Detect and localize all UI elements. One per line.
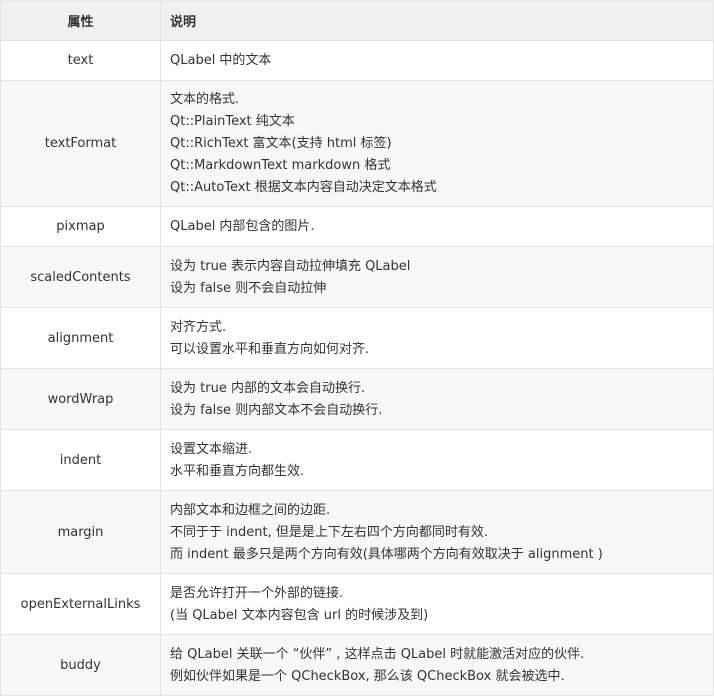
property-description: 设为 true 内部的文本会自动换行. 设为 false 则内部文本不会自动换行…	[160, 368, 714, 430]
property-name: pixmap	[0, 206, 161, 247]
property-name: buddy	[0, 634, 161, 696]
property-name: indent	[0, 429, 161, 491]
table-row: indent 设置文本缩进. 水平和垂直方向都生效.	[0, 429, 714, 491]
description-line: 设为 false 则不会自动拉伸	[170, 280, 327, 296]
property-name: textFormat	[0, 80, 161, 207]
description-line: QLabel 中的文本	[170, 53, 272, 68]
description-line: 水平和垂直方向都生效.	[170, 463, 305, 479]
property-description: 内部文本和边框之间的边距. 不同于于 indent, 但是是上下左右四个方向都同…	[160, 490, 714, 574]
property-table: 属性 说明 text QLabel 中的文本 textFormat 文本的格式.…	[0, 0, 714, 696]
table-row: buddy 给 QLabel 关联一个 “伙伴” , 这样点击 QLabel 时…	[0, 634, 714, 696]
description-line: 对齐方式.	[170, 319, 227, 335]
header-property: 属性	[0, 0, 161, 41]
description-line: Qt::PlainText 纯文本	[170, 114, 295, 129]
property-description: 文本的格式. Qt::PlainText 纯文本 Qt::RichText 富文…	[160, 80, 714, 207]
table-row: alignment 对齐方式. 可以设置水平和垂直方向如何对齐.	[0, 307, 714, 369]
table-row: margin 内部文本和边框之间的边距. 不同于于 indent, 但是是上下左…	[0, 490, 714, 574]
description-line: 例如伙伴如果是一个 QCheckBox, 那么该 QCheckBox 就会被选中…	[170, 668, 565, 684]
property-description: 设置文本缩进. 水平和垂直方向都生效.	[160, 429, 714, 491]
description-line: Qt::AutoText 根据文本内容自动决定文本格式	[170, 180, 437, 195]
description-line: 给 QLabel 关联一个 “伙伴” , 这样点击 QLabel 时就能激活对应…	[170, 646, 585, 662]
description-line: QLabel 内部包含的图片.	[170, 219, 315, 234]
description-line: 设为 false 则内部文本不会自动换行.	[170, 402, 383, 418]
property-name: margin	[0, 490, 161, 574]
property-description: QLabel 中的文本	[160, 40, 714, 81]
table-row: openExternalLinks 是否允许打开一个外部的链接. (当 QLab…	[0, 573, 714, 635]
header-description: 说明	[160, 0, 714, 41]
property-description: 是否允许打开一个外部的链接. (当 QLabel 文本内容包含 url 的时候涉…	[160, 573, 714, 635]
description-line: 文本的格式.	[170, 92, 240, 107]
property-description: 对齐方式. 可以设置水平和垂直方向如何对齐.	[160, 307, 714, 369]
description-line: Qt::RichText 富文本(支持 html 标签)	[170, 136, 392, 151]
description-line: 可以设置水平和垂直方向如何对齐.	[170, 341, 370, 357]
description-line: 不同于于 indent, 但是是上下左右四个方向都同时有效.	[170, 524, 488, 540]
description-line: 内部文本和边框之间的边距.	[170, 502, 331, 518]
description-line: Qt::MarkdownText markdown 格式	[170, 158, 391, 173]
table-row: textFormat 文本的格式. Qt::PlainText 纯文本 Qt::…	[0, 80, 714, 207]
property-name: alignment	[0, 307, 161, 369]
description-line: 设为 true 表示内容自动拉伸填充 QLabel	[170, 258, 411, 274]
table-row: pixmap QLabel 内部包含的图片.	[0, 206, 714, 247]
description-line: 设为 true 内部的文本会自动换行.	[170, 380, 366, 396]
property-name: openExternalLinks	[0, 573, 161, 635]
header-row: 属性 说明	[0, 0, 714, 41]
description-line: 是否允许打开一个外部的链接.	[170, 585, 344, 601]
property-name: wordWrap	[0, 368, 161, 430]
description-line: 设置文本缩进.	[170, 441, 253, 457]
property-description: QLabel 内部包含的图片.	[160, 206, 714, 247]
property-description: 设为 true 表示内容自动拉伸填充 QLabel 设为 false 则不会自动…	[160, 246, 714, 308]
table-row: text QLabel 中的文本	[0, 40, 714, 81]
property-description: 给 QLabel 关联一个 “伙伴” , 这样点击 QLabel 时就能激活对应…	[160, 634, 714, 696]
property-name: text	[0, 40, 161, 81]
table-row: wordWrap 设为 true 内部的文本会自动换行. 设为 false 则内…	[0, 368, 714, 430]
property-name: scaledContents	[0, 246, 161, 308]
description-line: (当 QLabel 文本内容包含 url 的时候涉及到)	[170, 607, 429, 623]
description-line: 而 indent 最多只是两个方向有效(具体哪两个方向有效取决于 alignme…	[170, 546, 603, 562]
table-row: scaledContents 设为 true 表示内容自动拉伸填充 QLabel…	[0, 246, 714, 308]
